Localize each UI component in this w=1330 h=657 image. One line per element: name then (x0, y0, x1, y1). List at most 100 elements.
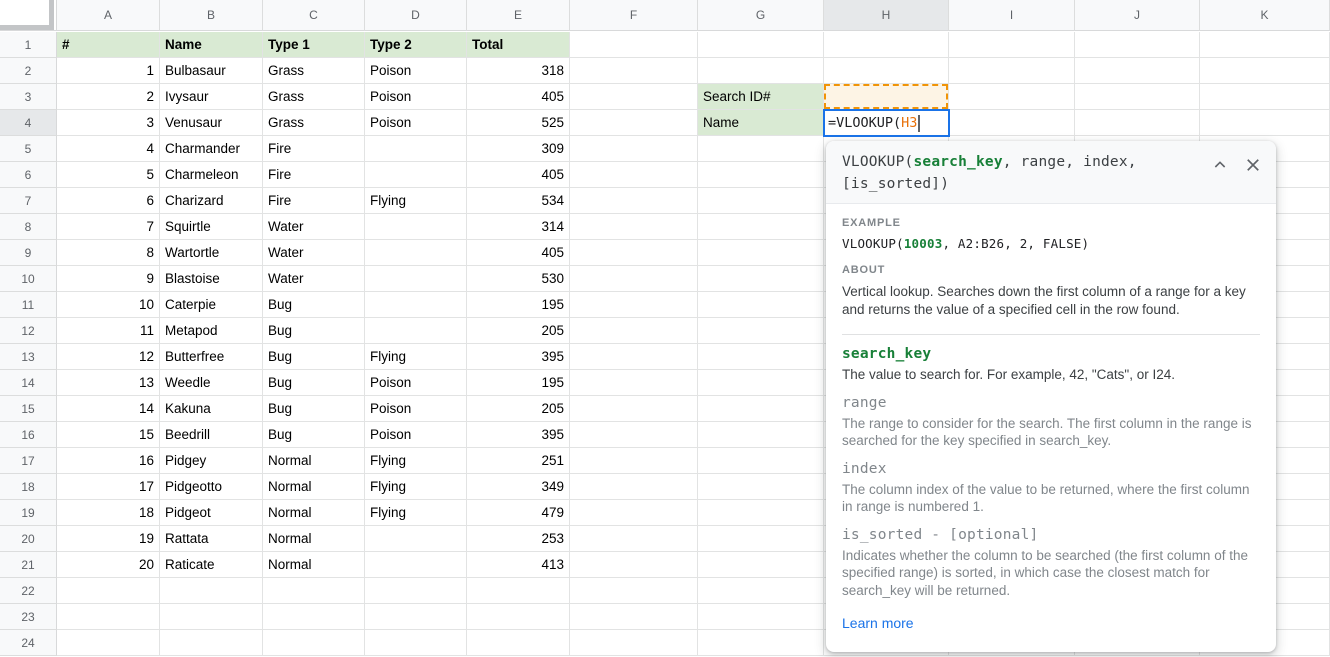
cell-B23[interactable] (160, 604, 263, 630)
row-header-1[interactable]: 1 (0, 32, 57, 58)
cell-E2[interactable]: 318 (467, 58, 570, 84)
row-header-3[interactable]: 3 (0, 84, 57, 110)
cell-C13[interactable]: Bug (263, 344, 365, 370)
cell-C19[interactable]: Normal (263, 500, 365, 526)
cell-B22[interactable] (160, 578, 263, 604)
cell-G19[interactable] (698, 500, 824, 526)
cell-F19[interactable] (570, 500, 698, 526)
cell-D1[interactable]: Type 2 (365, 32, 467, 58)
cell-F3[interactable] (570, 84, 698, 110)
cell-J3[interactable] (1075, 84, 1200, 110)
cell-D6[interactable] (365, 162, 467, 188)
cell-E23[interactable] (467, 604, 570, 630)
row-header-5[interactable]: 5 (0, 136, 57, 162)
cell-G9[interactable] (698, 240, 824, 266)
row-header-12[interactable]: 12 (0, 318, 57, 344)
row-header-18[interactable]: 18 (0, 474, 57, 500)
cell-E7[interactable]: 534 (467, 188, 570, 214)
cell-B1[interactable]: Name (160, 32, 263, 58)
cell-F8[interactable] (570, 214, 698, 240)
cell-E1[interactable]: Total (467, 32, 570, 58)
cell-F5[interactable] (570, 136, 698, 162)
cell-D3[interactable]: Poison (365, 84, 467, 110)
column-header-C[interactable]: C (263, 0, 365, 31)
cell-B5[interactable]: Charmander (160, 136, 263, 162)
cell-A6[interactable]: 5 (57, 162, 160, 188)
cell-G5[interactable] (698, 136, 824, 162)
cell-F6[interactable] (570, 162, 698, 188)
cell-C17[interactable]: Normal (263, 448, 365, 474)
cell-E3[interactable]: 405 (467, 84, 570, 110)
cell-G2[interactable] (698, 58, 824, 84)
cell-E13[interactable]: 395 (467, 344, 570, 370)
close-icon[interactable] (1244, 156, 1262, 174)
cell-F9[interactable] (570, 240, 698, 266)
cell-F15[interactable] (570, 396, 698, 422)
column-header-F[interactable]: F (570, 0, 698, 31)
cell-D4[interactable]: Poison (365, 110, 467, 136)
cell-F24[interactable] (570, 630, 698, 656)
cell-A24[interactable] (57, 630, 160, 656)
cell-C2[interactable]: Grass (263, 58, 365, 84)
cell-D24[interactable] (365, 630, 467, 656)
cell-E19[interactable]: 479 (467, 500, 570, 526)
cell-C8[interactable]: Water (263, 214, 365, 240)
cell-A17[interactable]: 16 (57, 448, 160, 474)
cell-I1[interactable] (949, 32, 1075, 58)
cell-D7[interactable]: Flying (365, 188, 467, 214)
column-header-I[interactable]: I (949, 0, 1075, 31)
cell-H2[interactable] (824, 58, 949, 84)
cell-F7[interactable] (570, 188, 698, 214)
cell-B11[interactable]: Caterpie (160, 292, 263, 318)
cell-J4[interactable] (1075, 110, 1200, 136)
cell-F21[interactable] (570, 552, 698, 578)
cell-G24[interactable] (698, 630, 824, 656)
cell-F11[interactable] (570, 292, 698, 318)
cell-H1[interactable] (824, 32, 949, 58)
cell-D11[interactable] (365, 292, 467, 318)
column-header-E[interactable]: E (467, 0, 570, 31)
cell-B21[interactable]: Raticate (160, 552, 263, 578)
cell-J1[interactable] (1075, 32, 1200, 58)
cell-I2[interactable] (949, 58, 1075, 84)
row-header-14[interactable]: 14 (0, 370, 57, 396)
cell-I4[interactable] (949, 110, 1075, 136)
cell-F1[interactable] (570, 32, 698, 58)
cell-E12[interactable]: 205 (467, 318, 570, 344)
cell-C3[interactable]: Grass (263, 84, 365, 110)
row-header-19[interactable]: 19 (0, 500, 57, 526)
cell-B4[interactable]: Venusaur (160, 110, 263, 136)
cell-F16[interactable] (570, 422, 698, 448)
cell-A20[interactable]: 19 (57, 526, 160, 552)
cell-K2[interactable] (1200, 58, 1330, 84)
cell-G4[interactable]: Name (698, 110, 824, 136)
cell-E15[interactable]: 205 (467, 396, 570, 422)
cell-D23[interactable] (365, 604, 467, 630)
cell-G8[interactable] (698, 214, 824, 240)
cell-F13[interactable] (570, 344, 698, 370)
cell-B9[interactable]: Wartortle (160, 240, 263, 266)
row-header-23[interactable]: 23 (0, 604, 57, 630)
cell-C4[interactable]: Grass (263, 110, 365, 136)
cell-I3[interactable] (949, 84, 1075, 110)
cell-D20[interactable] (365, 526, 467, 552)
cell-B7[interactable]: Charizard (160, 188, 263, 214)
cell-E14[interactable]: 195 (467, 370, 570, 396)
cell-B17[interactable]: Pidgey (160, 448, 263, 474)
cell-E24[interactable] (467, 630, 570, 656)
row-header-7[interactable]: 7 (0, 188, 57, 214)
select-all-corner[interactable] (0, 0, 57, 31)
column-header-H[interactable]: H (824, 0, 949, 31)
cell-E20[interactable]: 253 (467, 526, 570, 552)
cell-D18[interactable]: Flying (365, 474, 467, 500)
cell-C16[interactable]: Bug (263, 422, 365, 448)
cell-A13[interactable]: 12 (57, 344, 160, 370)
cell-A16[interactable]: 15 (57, 422, 160, 448)
cell-A8[interactable]: 7 (57, 214, 160, 240)
column-header-J[interactable]: J (1075, 0, 1200, 31)
cell-F22[interactable] (570, 578, 698, 604)
cell-F20[interactable] (570, 526, 698, 552)
row-header-15[interactable]: 15 (0, 396, 57, 422)
cell-A12[interactable]: 11 (57, 318, 160, 344)
cell-D15[interactable]: Poison (365, 396, 467, 422)
